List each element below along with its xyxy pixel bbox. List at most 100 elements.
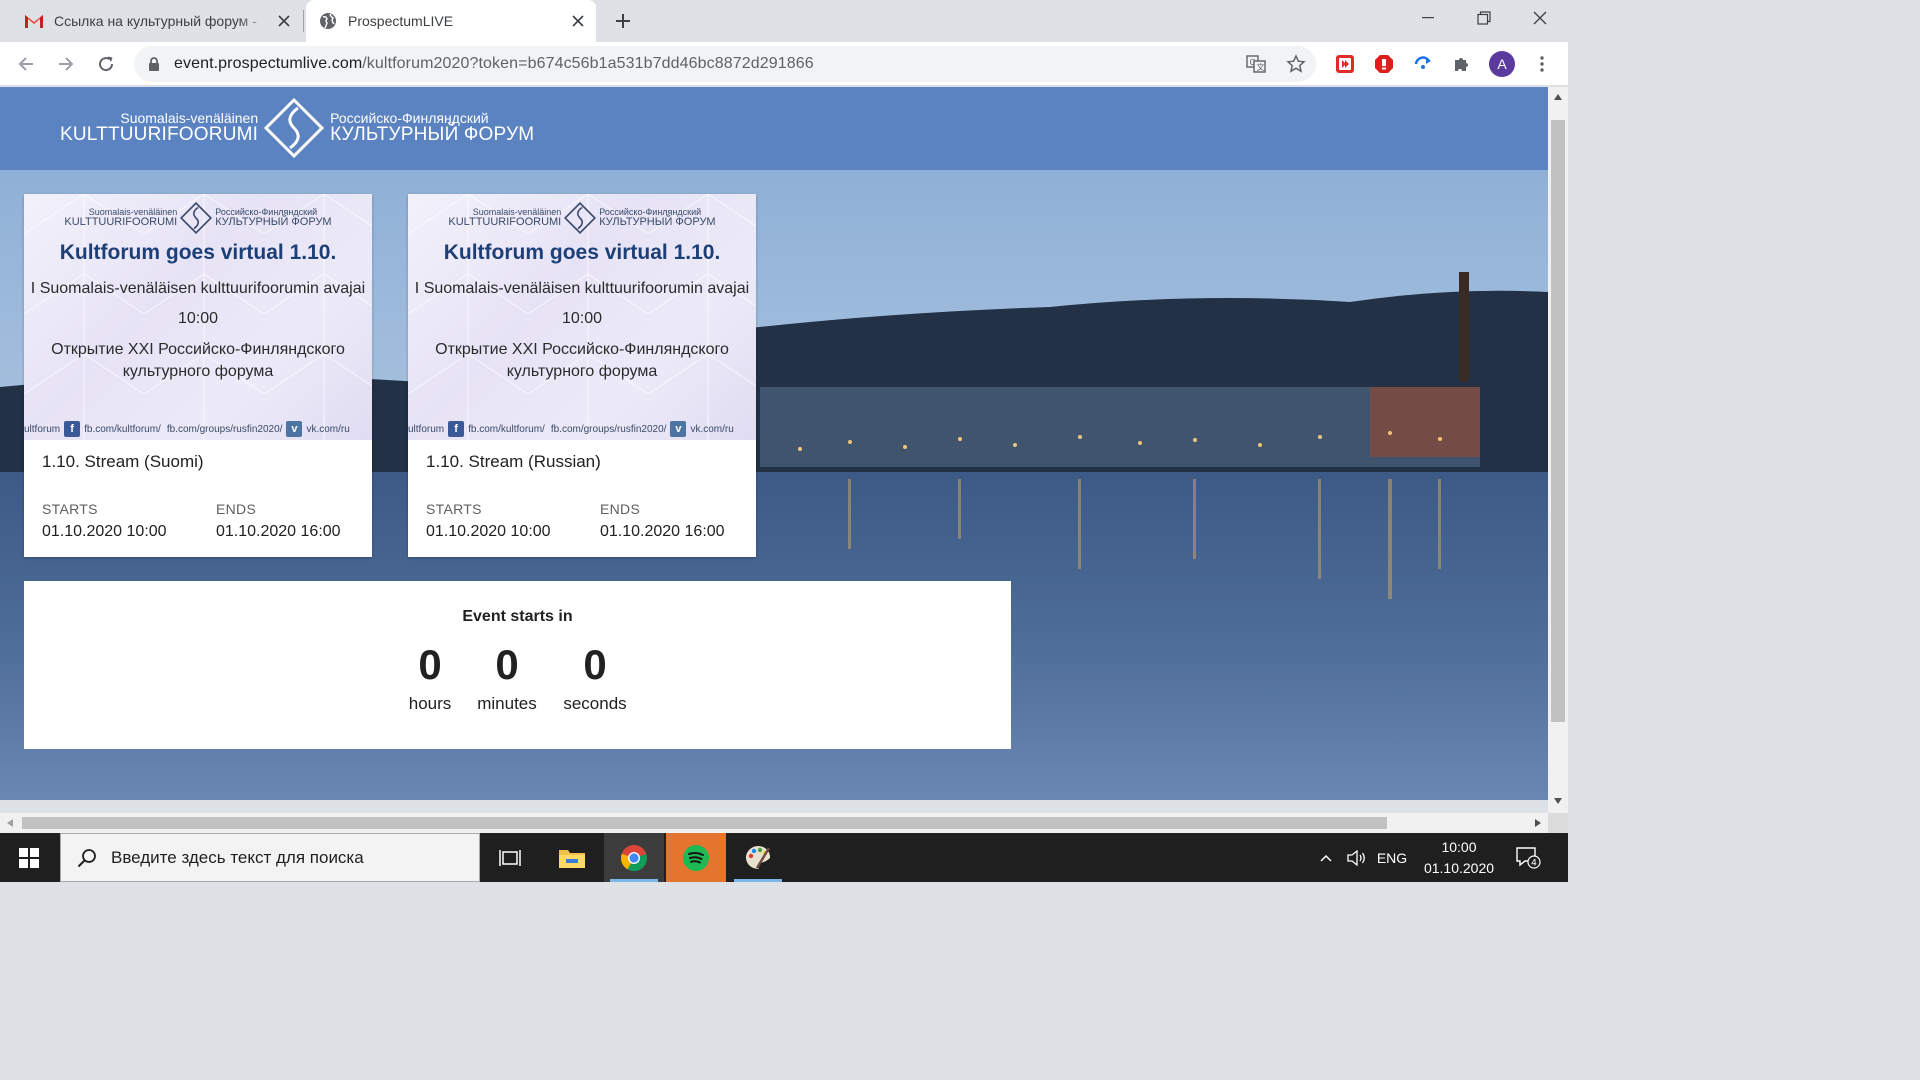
event-card-title[interactable]: 1.10. Stream (Russian) [426,452,601,472]
avatar-initial: A [1489,51,1515,77]
file-explorer-button[interactable] [542,833,602,882]
event-card-russian[interactable]: Suomalais-venäläinen KULTTUURIFOORUMI Рос… [408,194,756,557]
vertical-scroll-thumb[interactable] [1551,120,1565,722]
new-tab-button[interactable] [608,6,638,36]
horizontal-scrollbar[interactable] [0,813,1548,833]
address-bar[interactable]: event.prospectumlive.com/kultforum2020?t… [134,46,1316,82]
facebook-icon: f [448,421,465,437]
lock-icon[interactable] [146,56,162,72]
close-tab-icon[interactable] [564,7,592,35]
taskbar-search-box[interactable]: Введите здесь текст для поиска [60,833,480,882]
banner-logo: Suomalais-venäläinen KULTTUURIFOORUMI Рос… [408,202,756,234]
search-placeholder: Введите здесь текст для поиска [111,847,364,867]
reload-button[interactable] [90,48,122,80]
banner-time: 10:00 [561,310,603,327]
kultforum-logo[interactable]: Suomalais-venäläinen KULTTUURIFOORUMI Ро… [60,95,534,161]
banner-social-groups: fb.com/groups/rusfin2020/ [166,423,283,435]
logo-fi-text: Suomalais-venäläinen KULTTUURIFOORUMI [60,109,259,146]
scroll-down-icon[interactable] [1550,793,1566,809]
banner-logo: Suomalais-venäläinen KULTTUURIFOORUMI Рос… [24,202,372,234]
clock-time: 10:00 [1441,838,1477,855]
facebook-icon: f [64,421,81,437]
event-banner-image: Suomalais-venäläinen KULTTUURIFOORUMI Рос… [408,194,756,440]
show-hidden-icons-button[interactable] [1312,833,1340,882]
horizontal-scroll-thumb[interactable] [22,817,1387,829]
arrow-left-icon [18,57,33,71]
banner-social-left: ultforum [24,423,61,435]
search-icon [75,846,99,870]
logo-ru-big: КУЛЬТУРНЫЙ ФОРУМ [330,124,535,146]
profile-avatar[interactable]: A [1488,50,1516,78]
banner-time: 10:00 [177,310,219,327]
seconds-label: seconds [563,694,627,713]
close-icon [1533,11,1547,25]
countdown-seconds: 0 seconds [550,637,640,715]
notification-icon: 4 [1516,846,1541,869]
url-domain: event.prospectumlive.com [174,55,363,72]
action-center-button[interactable]: 4 [1508,833,1548,882]
extensions-puzzle-icon[interactable] [1448,50,1476,78]
starts-value: 01.10.2020 10:00 [42,523,167,540]
banner-social-strip: ultforum f fb.com/kultforum/ fb.com/grou… [24,418,372,440]
banner-social-vk: vk.com/ru [306,423,350,435]
tab-gmail[interactable]: Ссылка на культурный форум - [8,0,302,42]
minimize-icon [1422,17,1434,19]
forward-button[interactable] [50,48,82,80]
extension-adblock-icon[interactable] [1370,50,1398,78]
banner-social-groups: fb.com/groups/rusfin2020/ [550,423,667,435]
plus-icon [616,14,630,28]
extension-youtube-icon[interactable] [1331,50,1359,78]
running-indicator [734,879,782,882]
back-button[interactable] [10,48,42,80]
logo-mark-icon [264,98,325,158]
browser-toolbar: event.prospectumlive.com/kultforum2020?t… [0,42,1568,86]
starts-label: STARTS [426,501,482,517]
bookmark-star-icon[interactable] [1282,50,1310,78]
countdown-title: Event starts in [462,608,573,625]
volume-button[interactable] [1342,833,1372,882]
taskbar-clock[interactable]: 10:00 01.10.2020 [1414,833,1504,882]
ends-label: ENDS [216,501,257,517]
chrome-taskbar-button[interactable] [604,833,664,882]
tab-prospectumlive[interactable]: ProspectumLIVE [306,0,596,42]
minimize-button[interactable] [1400,0,1456,36]
minutes-value: 0 [495,641,519,688]
banner-title: Kultforum goes virtual 1.10. [59,241,337,264]
globe-icon [318,11,338,31]
logo-fi-small: Suomalais-venäläinen [120,109,259,126]
scroll-right-icon[interactable] [1530,815,1546,831]
close-tab-icon[interactable] [270,7,298,35]
vertical-scrollbar[interactable] [1548,87,1568,813]
restore-icon [1477,11,1491,25]
url-text: event.prospectumlive.com/kultforum2020?t… [174,55,814,73]
close-window-button[interactable] [1512,0,1568,36]
extension-sync-icon[interactable] [1409,50,1437,78]
arrow-right-icon [59,57,74,71]
scroll-up-icon[interactable] [1550,89,1566,105]
logo-ru-text: Российско-Финляндский КУЛЬТУРНЫЙ ФОРУМ [330,110,535,146]
banner-logo-mark-icon [564,202,597,234]
paint-palette-icon [745,845,771,869]
paint-taskbar-button[interactable] [728,833,788,882]
event-card-suomi[interactable]: Suomalais-venäläinen KULTTUURIFOORUMI Рос… [24,194,372,557]
translate-icon[interactable]: G文 [1242,50,1270,78]
active-indicator [610,879,658,882]
chrome-icon [620,844,647,871]
menu-kebab-icon[interactable] [1528,50,1556,78]
scrollbar-corner [1548,813,1568,833]
language-indicator[interactable]: ENG [1374,833,1410,882]
banner-logo-ru-big: КУЛЬТУРНЫЙ ФОРУМ [215,215,332,228]
banner-logo-fi-big: KULTTUURIFOORUMI [448,215,562,228]
spotify-taskbar-button[interactable] [666,833,726,882]
tab-separator [303,10,304,32]
scroll-left-icon[interactable] [2,815,18,831]
task-view-icon [499,849,521,866]
notification-count: 4 [1531,858,1537,868]
starts-label: STARTS [42,501,98,517]
start-button[interactable] [0,833,58,882]
task-view-button[interactable] [480,833,540,882]
event-card-title[interactable]: 1.10. Stream (Suomi) [42,452,204,472]
restore-button[interactable] [1456,0,1512,36]
banner-logo-mark-icon [180,202,213,234]
windows-logo-icon [19,847,39,868]
